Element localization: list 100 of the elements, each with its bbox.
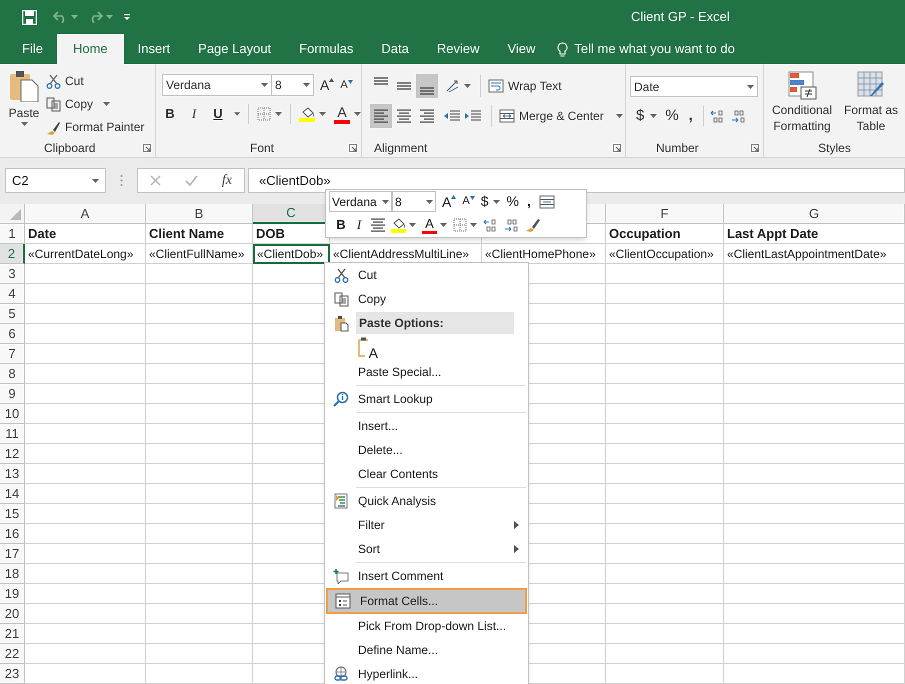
grow-font-button[interactable]: A (320, 78, 334, 92)
font-size-dropdown[interactable]: 8 (392, 191, 436, 212)
row-header[interactable]: 13 (0, 464, 25, 484)
underline-button[interactable]: U (210, 104, 226, 124)
comma-button[interactable]: , (684, 105, 697, 128)
ribbon-tab[interactable]: View (493, 34, 550, 64)
center-align-button[interactable] (371, 218, 385, 232)
dialog-launcher-icon[interactable] (143, 144, 151, 152)
decrease-decimal-button[interactable] (730, 109, 746, 124)
ribbon-tab[interactable]: Review (422, 34, 494, 64)
decrease-decimal-button[interactable] (504, 218, 519, 232)
row-header[interactable]: 14 (0, 484, 25, 504)
font-size-dropdown[interactable]: 8 (272, 74, 314, 96)
row-header[interactable]: 15 (0, 504, 25, 524)
insert-function-button[interactable]: fx (222, 170, 232, 191)
row-header[interactable]: 12 (0, 444, 25, 464)
borders-button[interactable] (453, 218, 477, 232)
dialog-launcher-icon[interactable] (349, 144, 357, 152)
row-header[interactable]: 1 (0, 224, 25, 244)
row-header[interactable]: 2 (0, 244, 25, 264)
row-header[interactable]: 22 (0, 644, 25, 664)
row-header[interactable]: 23 (0, 664, 25, 684)
vertical-align-button[interactable] (416, 74, 438, 98)
row-header[interactable]: 4 (0, 284, 25, 304)
ribbon-tab[interactable]: Home (56, 34, 124, 64)
ribbon-tab[interactable]: Page Layout (184, 34, 286, 64)
paste-button[interactable]: Paste (6, 70, 42, 138)
row-header[interactable]: 21 (0, 624, 25, 644)
fill-color-button[interactable] (391, 218, 416, 232)
cut-button[interactable]: Cut (46, 70, 144, 92)
increase-decimal-button[interactable] (483, 218, 498, 232)
menu-item[interactable]: Paste Special... (326, 360, 527, 384)
dialog-launcher-icon[interactable] (751, 144, 759, 152)
shrink-font-button[interactable]: A (340, 80, 353, 90)
italic-button[interactable]: I (186, 104, 202, 124)
menu-item[interactable]: Clear Contents (326, 462, 527, 486)
font-color-button[interactable]: A (422, 216, 447, 234)
borders-button[interactable] (257, 107, 282, 121)
menu-item[interactable]: Insert Comment (326, 564, 527, 588)
row-header[interactable]: 10 (0, 404, 25, 424)
column-header[interactable]: B (146, 204, 253, 224)
menu-item[interactable]: Hyperlink... (326, 662, 527, 684)
font-name-dropdown[interactable]: Verdana (162, 74, 272, 96)
comma-button[interactable]: , (524, 191, 533, 212)
tell-me-field[interactable]: Tell me what you want to do (574, 39, 774, 59)
menu-item[interactable]: Insert... (326, 414, 527, 438)
copy-button[interactable]: Copy (46, 93, 144, 115)
name-box[interactable]: C2 (5, 168, 106, 193)
menu-item[interactable]: Copy (326, 287, 527, 311)
row-header[interactable]: 20 (0, 604, 25, 624)
customize-toolbar-icon[interactable] (123, 13, 131, 21)
column-header[interactable]: G (724, 204, 905, 224)
ribbon-tab[interactable]: Insert (124, 34, 184, 64)
column-header[interactable]: A (25, 204, 146, 224)
row-header[interactable]: 3 (0, 264, 25, 284)
font-color-button[interactable]: A (334, 104, 361, 124)
formula-input[interactable]: «ClientDob» (248, 168, 905, 193)
format-painter-button[interactable] (525, 218, 541, 232)
fill-color-button[interactable] (299, 106, 326, 122)
ribbon-tab[interactable]: Formulas (285, 34, 368, 64)
currency-button[interactable]: $ (636, 105, 658, 128)
percent-button[interactable]: % (665, 105, 679, 128)
row-header[interactable]: 18 (0, 564, 25, 584)
shrink-font-button[interactable]: A (462, 196, 475, 207)
row-header[interactable]: 5 (0, 304, 25, 324)
format-as-table-button[interactable]: Format as Table (840, 70, 902, 138)
italic-button[interactable]: I (353, 215, 365, 235)
row-header[interactable]: 9 (0, 384, 25, 404)
drag-handle-icon[interactable] (120, 174, 123, 187)
row-header[interactable]: 11 (0, 424, 25, 444)
percent-button[interactable]: % (506, 191, 519, 212)
wrap-text-button[interactable]: Wrap Text (488, 77, 562, 95)
check-icon[interactable] (184, 175, 198, 186)
column-header[interactable]: F (606, 204, 724, 224)
increase-decimal-button[interactable] (710, 109, 725, 124)
conditional-formatting-button[interactable]: Conditional Formatting (766, 70, 838, 138)
font-name-dropdown[interactable]: Verdana (329, 191, 392, 212)
row-header[interactable]: 8 (0, 364, 25, 384)
menu-item[interactable]: Quick Analysis (326, 489, 527, 513)
menu-item[interactable]: Filter (326, 513, 527, 537)
menu-item[interactable]: Define Name... (326, 638, 527, 662)
orientation-button[interactable] (445, 79, 471, 93)
menu-item[interactable]: Pick From Drop-down List... (326, 614, 527, 638)
dialog-launcher-icon[interactable] (613, 144, 621, 152)
horizontal-align-button[interactable] (370, 104, 392, 128)
menu-item[interactable]: Smart Lookup (326, 387, 527, 411)
merge-center-button[interactable]: Merge & Center (499, 107, 623, 125)
save-icon[interactable] (22, 10, 37, 24)
increase-indent-button[interactable] (464, 109, 484, 123)
paste-option-button[interactable]: A (356, 336, 378, 360)
bold-button[interactable]: B (162, 104, 178, 124)
row-header[interactable]: 17 (0, 544, 25, 564)
row-header[interactable]: 16 (0, 524, 25, 544)
ribbon-tab[interactable]: File (8, 34, 57, 64)
row-header[interactable]: 19 (0, 584, 25, 604)
bold-button[interactable]: B (335, 215, 347, 235)
currency-button[interactable]: $ (480, 191, 500, 212)
menu-item[interactable]: Cut (326, 263, 527, 287)
menu-item[interactable]: Sort (326, 537, 527, 561)
decrease-indent-button[interactable] (443, 109, 463, 123)
